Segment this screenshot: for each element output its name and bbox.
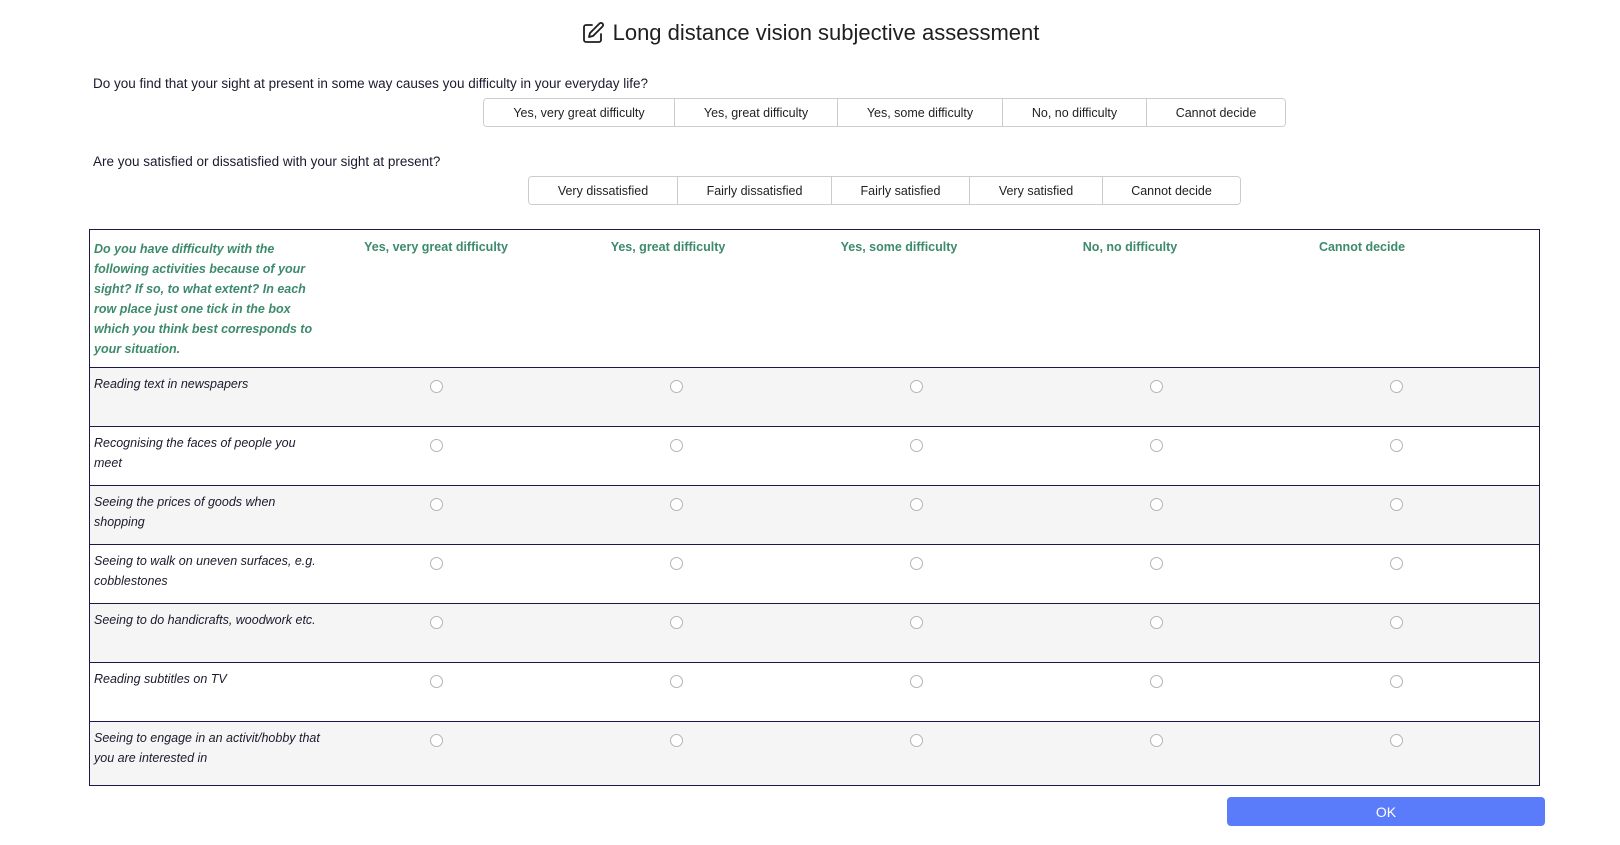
option-no-difficulty[interactable]: No, no difficulty — [1003, 99, 1147, 126]
table-row: Reading text in newspapers — [90, 368, 1539, 427]
option-very-dissatisfied[interactable]: Very dissatisfied — [529, 177, 678, 204]
radio-some-difficulty[interactable] — [910, 734, 923, 747]
option-cannot-decide-satisfaction[interactable]: Cannot decide — [1103, 177, 1240, 204]
column-header-very-great-difficulty: Yes, very great difficulty — [364, 240, 508, 254]
radio-great-difficulty[interactable] — [670, 557, 683, 570]
table-row: Recognising the faces of people you meet — [90, 427, 1539, 486]
radio-some-difficulty[interactable] — [910, 675, 923, 688]
option-great-difficulty[interactable]: Yes, great difficulty — [675, 99, 838, 126]
edit-icon — [581, 21, 605, 45]
radio-great-difficulty[interactable] — [670, 439, 683, 452]
option-some-difficulty[interactable]: Yes, some difficulty — [838, 99, 1003, 126]
column-header-cannot-decide: Cannot decide — [1318, 240, 1406, 254]
table-row: Reading subtitles on TV — [90, 663, 1539, 722]
table-row: Seeing to walk on uneven surfaces, e.g. … — [90, 545, 1539, 604]
row-label: Reading text in newspapers — [94, 377, 249, 391]
satisfaction-options: Very dissatisfied Fairly dissatisfied Fa… — [528, 176, 1241, 205]
radio-great-difficulty[interactable] — [670, 498, 683, 511]
table-row: Seeing to do handicrafts, woodwork etc. — [90, 604, 1539, 663]
radio-very-great-difficulty[interactable] — [430, 557, 443, 570]
column-header-great-difficulty: Yes, great difficulty — [610, 240, 726, 254]
column-header-no-difficulty: No, no difficulty — [1082, 240, 1178, 254]
activity-difficulty-grid: Do you have difficulty with the followin… — [89, 229, 1540, 786]
row-label: Recognising the faces of people you meet — [94, 436, 296, 470]
question-everyday-difficulty: Do you find that your sight at present i… — [93, 76, 649, 91]
column-header-some-difficulty: Yes, some difficulty — [840, 240, 958, 254]
radio-very-great-difficulty[interactable] — [430, 734, 443, 747]
everyday-difficulty-options: Yes, very great difficulty Yes, great di… — [483, 98, 1286, 127]
radio-cannot-decide[interactable] — [1390, 675, 1403, 688]
radio-no-difficulty[interactable] — [1150, 439, 1163, 452]
radio-some-difficulty[interactable] — [910, 439, 923, 452]
radio-some-difficulty[interactable] — [910, 380, 923, 393]
radio-no-difficulty[interactable] — [1150, 498, 1163, 511]
radio-very-great-difficulty[interactable] — [430, 439, 443, 452]
page-title-text: Long distance vision subjective assessme… — [612, 20, 1040, 45]
assessment-page: Long distance vision subjective assessme… — [0, 0, 1620, 845]
option-very-great-difficulty[interactable]: Yes, very great difficulty — [484, 99, 675, 126]
radio-great-difficulty[interactable] — [670, 380, 683, 393]
radio-no-difficulty[interactable] — [1150, 675, 1163, 688]
radio-cannot-decide[interactable] — [1390, 380, 1403, 393]
radio-cannot-decide[interactable] — [1390, 557, 1403, 570]
radio-great-difficulty[interactable] — [670, 675, 683, 688]
row-label: Seeing the prices of goods when shopping — [94, 495, 276, 529]
radio-cannot-decide[interactable] — [1390, 616, 1403, 629]
radio-no-difficulty[interactable] — [1150, 557, 1163, 570]
radio-some-difficulty[interactable] — [910, 498, 923, 511]
grid-header: Do you have difficulty with the followin… — [90, 230, 1539, 368]
radio-very-great-difficulty[interactable] — [430, 380, 443, 393]
option-fairly-satisfied[interactable]: Fairly satisfied — [832, 177, 970, 204]
page-title: Long distance vision subjective assessme… — [0, 20, 1620, 46]
radio-no-difficulty[interactable] — [1150, 734, 1163, 747]
radio-great-difficulty[interactable] — [670, 734, 683, 747]
option-very-satisfied[interactable]: Very satisfied — [970, 177, 1103, 204]
radio-cannot-decide[interactable] — [1390, 439, 1403, 452]
table-row: Seeing the prices of goods when shopping — [90, 486, 1539, 545]
row-label: Seeing to do handicrafts, woodwork etc. — [94, 613, 316, 627]
option-cannot-decide[interactable]: Cannot decide — [1147, 99, 1285, 126]
option-fairly-dissatisfied[interactable]: Fairly dissatisfied — [678, 177, 832, 204]
question-satisfaction: Are you satisfied or dissatisfied with y… — [93, 154, 441, 169]
radio-very-great-difficulty[interactable] — [430, 675, 443, 688]
radio-some-difficulty[interactable] — [910, 616, 923, 629]
radio-no-difficulty[interactable] — [1150, 616, 1163, 629]
grid-instructions: Do you have difficulty with the followin… — [94, 242, 313, 356]
radio-very-great-difficulty[interactable] — [430, 498, 443, 511]
radio-great-difficulty[interactable] — [670, 616, 683, 629]
radio-no-difficulty[interactable] — [1150, 380, 1163, 393]
row-label: Seeing to engage in an activit/hobby tha… — [94, 731, 320, 765]
table-row: Seeing to engage in an activit/hobby tha… — [90, 722, 1539, 785]
radio-cannot-decide[interactable] — [1390, 734, 1403, 747]
row-label: Seeing to walk on uneven surfaces, e.g. … — [94, 554, 316, 588]
row-label: Reading subtitles on TV — [94, 672, 227, 686]
radio-some-difficulty[interactable] — [910, 557, 923, 570]
ok-button[interactable]: OK — [1227, 797, 1545, 826]
radio-cannot-decide[interactable] — [1390, 498, 1403, 511]
radio-very-great-difficulty[interactable] — [430, 616, 443, 629]
